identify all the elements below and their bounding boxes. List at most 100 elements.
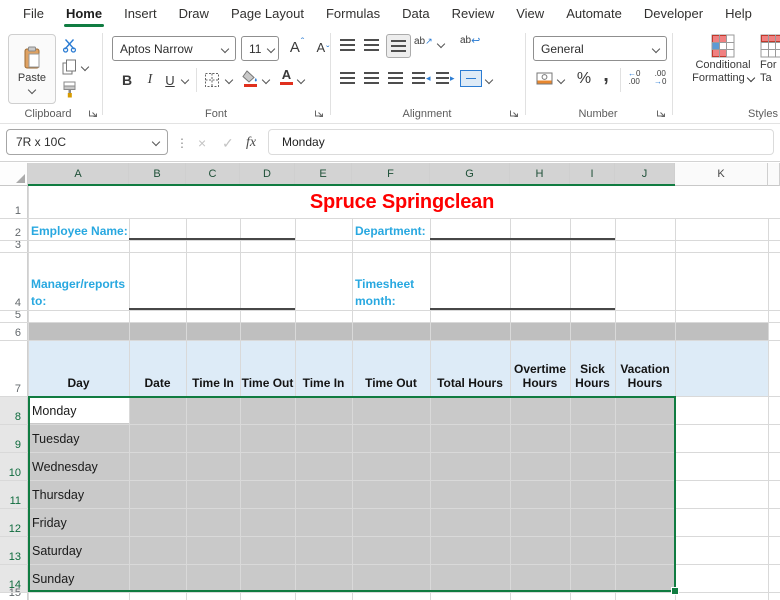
row-header-13[interactable]: 13 bbox=[0, 536, 28, 564]
header-cell-time-out-2[interactable]: Time Out bbox=[352, 340, 430, 396]
col-header-J[interactable]: J bbox=[615, 163, 675, 186]
italic-button[interactable]: I bbox=[142, 70, 158, 90]
header-cell-time-out-1[interactable]: Time Out bbox=[240, 340, 295, 396]
header-cell-overtime-hours[interactable]: Overtime Hours bbox=[510, 340, 570, 396]
tab-help[interactable]: Help bbox=[714, 0, 763, 28]
align-center-button[interactable] bbox=[364, 72, 379, 84]
row-header-2[interactable]: 2 bbox=[0, 218, 28, 240]
employee-name-label-cell[interactable]: Employee Name: bbox=[31, 218, 128, 243]
col-header-A[interactable]: A bbox=[28, 163, 129, 186]
row-header-3[interactable]: 3 bbox=[0, 240, 28, 252]
number-format-select[interactable]: General bbox=[533, 36, 667, 61]
namebox-separator-dots-icon[interactable]: ⋮ bbox=[176, 133, 188, 153]
tab-view[interactable]: View bbox=[505, 0, 555, 28]
col-header-L-partial[interactable] bbox=[768, 163, 780, 186]
grow-font-button[interactable]: Aˆ bbox=[286, 36, 308, 58]
formula-input[interactable]: Monday bbox=[268, 129, 774, 155]
tab-draw[interactable]: Draw bbox=[168, 0, 220, 28]
col-header-F[interactable]: F bbox=[352, 163, 430, 186]
copy-button[interactable] bbox=[62, 59, 77, 75]
font-color-chevron-icon[interactable] bbox=[297, 76, 305, 84]
fill-handle[interactable] bbox=[671, 587, 679, 595]
conditional-formatting-button[interactable]: Conditional Formatting bbox=[680, 34, 766, 85]
col-header-C[interactable]: C bbox=[186, 163, 240, 186]
font-dialog-launcher-icon[interactable] bbox=[314, 108, 324, 118]
percent-style-button[interactable]: % bbox=[574, 69, 594, 89]
enter-button[interactable]: ✓ bbox=[222, 133, 234, 153]
row-header-7[interactable]: 7 bbox=[0, 340, 28, 396]
row-header-11[interactable]: 11 bbox=[0, 480, 28, 508]
underline-chevron-icon[interactable] bbox=[181, 76, 189, 84]
align-left-button[interactable] bbox=[340, 72, 355, 84]
align-bottom-button-selected[interactable] bbox=[386, 34, 411, 58]
fill-color-chevron-icon[interactable] bbox=[262, 76, 270, 84]
orientation-button[interactable]: ab↗ bbox=[414, 36, 433, 47]
header-cell-date[interactable]: Date bbox=[129, 340, 186, 396]
row-header-9[interactable]: 9 bbox=[0, 424, 28, 452]
tab-page-layout[interactable]: Page Layout bbox=[220, 0, 315, 28]
format-as-table-button[interactable]: For Ta bbox=[760, 34, 780, 85]
row-header-4[interactable]: 4 bbox=[0, 252, 28, 310]
col-header-I[interactable]: I bbox=[570, 163, 615, 186]
comma-style-button[interactable]: , bbox=[598, 64, 614, 86]
orientation-chevron-icon[interactable] bbox=[437, 40, 445, 48]
bold-button[interactable]: B bbox=[118, 70, 136, 90]
sheet-title-cell[interactable]: Spruce Springclean bbox=[129, 187, 675, 217]
header-cell-sick-hours[interactable]: Sick Hours bbox=[570, 340, 615, 396]
alignment-dialog-launcher-icon[interactable] bbox=[509, 108, 519, 118]
header-cell-vacation-hours[interactable]: Vacation Hours bbox=[615, 340, 675, 396]
department-label-cell[interactable]: Department: bbox=[355, 218, 426, 243]
timesheet-month-label-cell[interactable]: Timesheet month: bbox=[355, 252, 429, 315]
header-cell-total-hours[interactable]: Total Hours bbox=[430, 340, 510, 396]
row-header-10[interactable]: 10 bbox=[0, 452, 28, 480]
row-header-1[interactable]: 1 bbox=[0, 186, 28, 218]
cut-button[interactable] bbox=[62, 38, 77, 53]
header-cell-time-in-1[interactable]: Time In bbox=[186, 340, 240, 396]
tab-home[interactable]: Home bbox=[55, 0, 113, 28]
merge-center-button[interactable] bbox=[460, 70, 482, 87]
tab-review[interactable]: Review bbox=[441, 0, 506, 28]
tab-formulas[interactable]: Formulas bbox=[315, 0, 391, 28]
row-header-6[interactable]: 6 bbox=[0, 322, 28, 340]
tab-automate[interactable]: Automate bbox=[555, 0, 633, 28]
selection-border[interactable] bbox=[28, 396, 676, 592]
borders-button[interactable] bbox=[204, 72, 220, 88]
decrease-indent-button[interactable]: ◂ bbox=[412, 72, 431, 84]
row-header-15[interactable]: 15 bbox=[0, 592, 28, 600]
header-cell-day[interactable]: Day bbox=[28, 340, 129, 396]
increase-decimal-button[interactable]: ←0.00 bbox=[628, 70, 640, 86]
align-top-button[interactable] bbox=[340, 39, 355, 51]
row-header-5[interactable]: 5 bbox=[0, 310, 28, 322]
increase-indent-button[interactable]: ▸ bbox=[436, 72, 455, 84]
align-middle-button[interactable] bbox=[364, 39, 379, 51]
gray-band-row6[interactable] bbox=[28, 322, 768, 340]
decrease-decimal-button[interactable]: .00→0 bbox=[654, 70, 666, 86]
underline-button[interactable]: U bbox=[162, 70, 178, 90]
tab-file[interactable]: File bbox=[12, 0, 55, 28]
col-header-B[interactable]: B bbox=[129, 163, 186, 186]
manager-label-cell[interactable]: Manager/reports to: bbox=[31, 252, 131, 315]
select-all-corner[interactable] bbox=[0, 163, 28, 186]
number-dialog-launcher-icon[interactable] bbox=[656, 108, 666, 118]
name-box[interactable]: 7R x 10C bbox=[6, 129, 168, 155]
row-header-8[interactable]: 8 bbox=[0, 396, 28, 424]
wrap-text-button[interactable]: ab↩ bbox=[460, 34, 480, 47]
format-painter-button[interactable] bbox=[62, 81, 77, 98]
insert-function-button[interactable]: fx bbox=[246, 133, 256, 153]
align-right-button[interactable] bbox=[388, 72, 403, 84]
col-header-D[interactable]: D bbox=[240, 163, 295, 186]
accounting-chevron-icon[interactable] bbox=[557, 76, 565, 84]
col-header-E[interactable]: E bbox=[295, 163, 352, 186]
tab-developer[interactable]: Developer bbox=[633, 0, 714, 28]
row-header-12[interactable]: 12 bbox=[0, 508, 28, 536]
paste-button[interactable]: Paste bbox=[8, 34, 56, 104]
clipboard-dialog-launcher-icon[interactable] bbox=[88, 108, 98, 118]
col-header-G[interactable]: G bbox=[430, 163, 510, 186]
borders-chevron-icon[interactable] bbox=[225, 76, 233, 84]
header-cell-time-in-2[interactable]: Time In bbox=[295, 340, 352, 396]
accounting-format-button[interactable] bbox=[536, 71, 553, 86]
cancel-button[interactable]: × bbox=[198, 133, 206, 153]
fill-color-button[interactable] bbox=[242, 70, 258, 87]
tab-insert[interactable]: Insert bbox=[113, 0, 168, 28]
copy-chevron-icon[interactable] bbox=[81, 63, 89, 71]
